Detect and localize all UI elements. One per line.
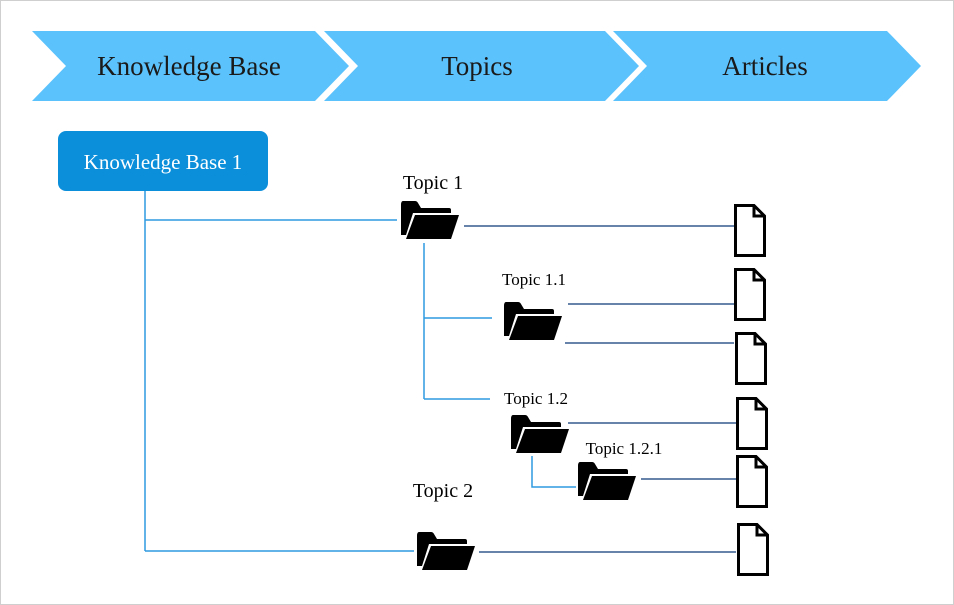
document-icon xyxy=(734,268,766,321)
stage-label-knowledge-base: Knowledge Base xyxy=(97,51,281,81)
topic-1-2-1-label: Topic 1.2.1 xyxy=(586,439,663,458)
diagram-frame: Knowledge Base Topics Articles Knowledge… xyxy=(0,0,954,605)
document-icon xyxy=(737,523,769,576)
stage-label-articles: Articles xyxy=(722,51,807,81)
document-icon xyxy=(734,204,766,257)
folder-open-icon xyxy=(578,462,636,500)
document-icon xyxy=(736,397,768,450)
document-icon xyxy=(736,455,768,508)
document-icon xyxy=(735,332,767,385)
topic-2-label: Topic 2 xyxy=(413,480,473,502)
connector-topic-1-2-to-1-2-1 xyxy=(531,456,576,488)
topic-1-2-label: Topic 1.2 xyxy=(504,389,568,408)
folder-open-icon xyxy=(504,302,562,340)
topic-1-label: Topic 1 xyxy=(403,172,463,194)
folder-open-icon xyxy=(511,415,569,453)
stage-chevrons: Knowledge Base Topics Articles xyxy=(32,31,921,101)
stage-label-topics: Topics xyxy=(441,51,513,81)
knowledge-base-hierarchy-diagram: Knowledge Base Topics Articles Knowledge… xyxy=(32,31,921,576)
knowledge-base-node: Knowledge Base 1 xyxy=(58,131,268,191)
folder-open-icon xyxy=(401,201,459,239)
knowledge-base-label: Knowledge Base 1 xyxy=(84,150,243,174)
folder-open-icon xyxy=(417,532,475,570)
topic-1-1-label: Topic 1.1 xyxy=(502,270,566,289)
tree-connectors xyxy=(144,191,576,552)
